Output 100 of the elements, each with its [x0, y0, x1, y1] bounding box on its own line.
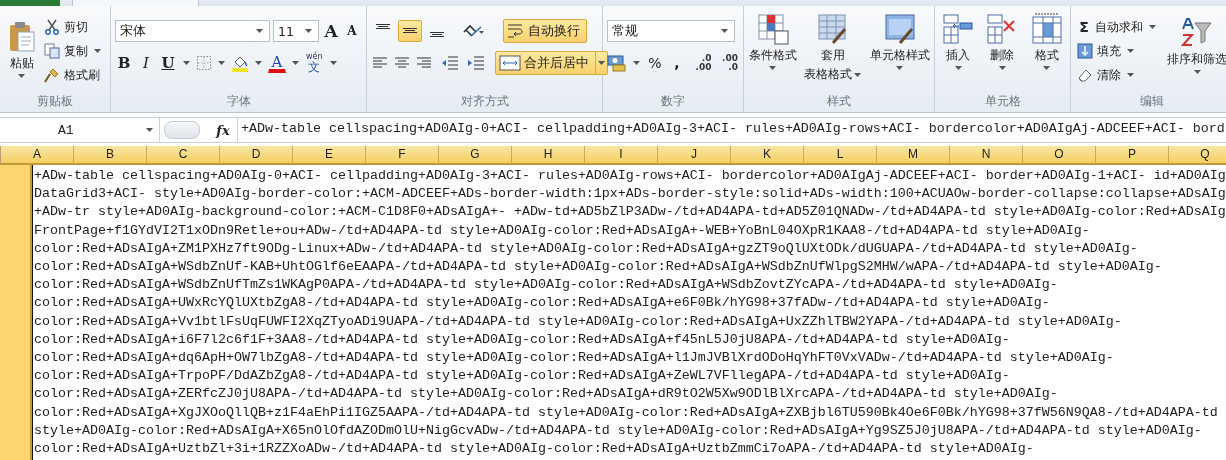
cell-a1[interactable] [32, 165, 1226, 460]
copy-icon [44, 43, 60, 59]
grow-font-button[interactable]: A [322, 20, 340, 42]
format-button[interactable]: 格式 [1028, 10, 1065, 92]
font-size-field[interactable]: 11 [273, 20, 319, 42]
column-header[interactable]: B [74, 146, 147, 163]
cell-text-line: color:Red+ADsAIgA+ZM1PXHz7ft9ODg-Linux+ADw-/td+AD4APA-td style+AD0AIg-color:Red+ADsAIgA+gzZT9oQlUXtODk/dUGUAPA-/td+AD4APA-td style+AD0AIg- [34, 239, 1139, 258]
font-color-button[interactable]: A [268, 53, 286, 73]
sort-filter-icon [1181, 17, 1213, 49]
caret-icon [1149, 25, 1156, 29]
cell-text-line: color:Red+ADsAIgA+WSdbZnUfTmZs1WKAgP0APA-/td+AD4APA-td style+AD0AIg-color:Red+ADsAIgA+WSdbZovtZYcAPA-/td+AD4APA-td style+AD0AIg- [34, 276, 1059, 295]
autosum-button[interactable]: Σ 自动求和 [1074, 16, 1161, 38]
group-label: 数字 [660, 93, 686, 110]
insert-button[interactable]: 插入 [940, 10, 977, 92]
cell-styles-button[interactable]: 单元格样式 [867, 10, 932, 92]
caret-icon [1193, 70, 1201, 74]
column-header[interactable]: G [439, 146, 512, 163]
italic-button[interactable]: I [137, 52, 155, 74]
scissors-icon [44, 19, 60, 35]
wrap-text-icon [507, 23, 525, 39]
column-header[interactable]: M [877, 146, 950, 163]
cell-text-line: FrontPage+f1GYdVI2T1xODn9Retle+ou+ADw-/td+AD4APA-td style+AD0AIg-color:Red+ADsAIgA+-WEB+YoBnL04OXpR1KAA8-/td+AD4APA-td style+AD0AIg- [34, 221, 1091, 240]
vertical-align-button[interactable] [398, 20, 422, 42]
copy-button[interactable]: 复制 [41, 40, 106, 62]
caret-icon [1127, 49, 1134, 53]
font-name-field[interactable]: 宋体 [115, 20, 270, 42]
caret-icon [853, 72, 861, 77]
column-header[interactable]: P [1096, 146, 1169, 163]
splitter-handle[interactable] [164, 121, 200, 139]
caret-icon [255, 61, 262, 65]
column-header[interactable]: D [220, 146, 293, 163]
cell-text-line: color:Red+ADsAIgA+UWxRcYQlUXtbZgA8-/td+AD4APA-td style+AD0AIg-color:Red+ADsAIgA+e6F0Bk/hYG98+37fADw-/td+AD4APA-td style+AD0AIg- [34, 294, 1051, 313]
caret-icon [1043, 66, 1051, 70]
cell-text-line: style+AD0AIg-color:Red+ADsAIgA+X65nOlOfdAZODmOlU+NigGcvADw-/td+AD4APA-td style+AD0AIg-color:Red+ADsAIgA+Yg9SZ5J0jU8APA-/td+AD4APA-td style+AD0AIg- [34, 421, 1203, 440]
fill-button[interactable]: 填充 [1074, 40, 1161, 62]
increase-decimal-button[interactable]: .0 .00 [690, 53, 713, 73]
comma-button[interactable]: , [668, 52, 686, 74]
caret-icon [1127, 73, 1134, 77]
column-header[interactable]: A [1, 146, 74, 163]
decrease-decimal-button[interactable]: .00 .0 [716, 53, 739, 73]
align-bottom-icon [430, 32, 444, 38]
align-right-icon [416, 56, 432, 70]
cell-brush-icon [883, 13, 916, 45]
sort-filter-button[interactable]: 排序和筛选 [1165, 10, 1226, 92]
align-center-icon [394, 56, 410, 70]
currency-icon[interactable] [607, 54, 627, 72]
wrap-text-button[interactable]: 自动换行 [503, 19, 587, 43]
bold-button[interactable]: B [115, 52, 133, 74]
caret-icon [999, 66, 1006, 70]
clear-button[interactable]: 清除 [1074, 64, 1161, 86]
phonetic-button[interactable]: wén 文 [305, 52, 324, 74]
column-header[interactable]: O [1023, 146, 1096, 163]
cell-text-line: color:Red+ADsAIgA+WSdbZnUf-KAB+UhtOGlf6eEAAPA-/td+AD4APA-td style+AD0AIg-color:Red+ADsAIgA+WSdbZnUfWlpgS2MHW/wAPA-/td+AD4APA-td style+AD0AIg- [34, 258, 1163, 276]
column-header[interactable]: H [512, 146, 585, 163]
clipboard-icon [7, 21, 36, 53]
conditional-format-icon [756, 13, 789, 45]
cut-button[interactable]: 剪切 [41, 16, 106, 38]
align-middle-icon [403, 28, 417, 34]
caret-icon [769, 66, 776, 70]
cell-text-line: +ADw-table cellspacing+AD0AIg-0+ACI- cellpadding+AD0AIg-3+ACI- rules+AD0AIg-rows+ACI- bordercolor+AD0AIgAj-ADCEEF+ACI- border+AD0AIg-1+ACI- id+AD0AIg [34, 167, 1226, 185]
percent-button[interactable]: % [646, 52, 664, 74]
column-header[interactable]: J [658, 146, 731, 163]
column-header[interactable]: F [366, 146, 439, 163]
paintbrush-icon [44, 67, 60, 83]
shrink-font-button[interactable]: A [343, 20, 361, 42]
align-top-icon [376, 24, 390, 30]
group-label: 样式 [826, 93, 852, 110]
column-header[interactable]: L [804, 146, 877, 163]
eraser-icon [1077, 67, 1093, 83]
fill-color-icon[interactable] [231, 54, 249, 72]
paste-button[interactable]: 粘贴 [4, 10, 39, 92]
column-header[interactable]: K [731, 146, 804, 163]
formula-field[interactable]: +ADw-table cellspacing+AD0AIg-0+ACI- cellpadding+AD0AIg-3+ACI- rules+AD0AIg-rows+ACI- bordercolor+AD0AIgAj-ADCEEF+ACI- bord [237, 118, 1226, 142]
border-icon[interactable] [196, 55, 212, 71]
cell-text-line: color:Red+ADsAIgA+i6F7l2c6f1F+3AA8-/td+AD4APA-td style+AD0AIg-color:Red+ADsAIgA+f45nL5J0jU8APA-/td+AD4APA-td style+AD0AIg- [34, 330, 1011, 349]
caret-icon [94, 49, 101, 53]
caret-icon [146, 128, 153, 132]
underline-button[interactable]: U [159, 52, 177, 74]
column-header[interactable]: I [585, 146, 658, 163]
group-label: 单元格 [983, 93, 1022, 110]
name-box[interactable]: A1 [0, 118, 160, 142]
decrease-indent-icon[interactable] [441, 55, 459, 71]
number-format-field[interactable]: 常规 [607, 20, 735, 42]
column-header[interactable]: N [950, 146, 1023, 163]
column-header[interactable]: E [293, 146, 366, 163]
column-header[interactable]: Q [1169, 146, 1226, 163]
conditional-format-button[interactable]: 条件格式 [746, 10, 799, 92]
caret-icon [598, 61, 605, 65]
insert-function-button[interactable]: fx [212, 121, 234, 139]
cell-text-line: color:Red+ADsAIgA+dq6ApH+OW7lbZgA8-/td+AD4APA-td style+AD0AIg-color:Red+ADsAIgA+l1JmJVBlXrdODoHqYhFT0VxVADw-/td+AD4APA-td style+AD0AIg- [34, 349, 1115, 368]
cell-text-line: color:Red+ADsAIgA+TrpoPF/DdAZbZgA8-/td+AD4APA-td style+AD0AIg-color:Red+ADsAIgA+ZeWL7VFllegAPA-/td+AD4APA-td style+AD0AIg- [34, 367, 1011, 386]
format-painter-button[interactable]: 格式刷 [41, 64, 106, 86]
column-header[interactable]: C [147, 146, 220, 163]
delete-button[interactable]: 删除 [984, 10, 1021, 92]
merge-center-button[interactable]: 合并后居中 [495, 51, 608, 75]
fill-down-icon [1077, 43, 1093, 59]
increase-indent-icon[interactable] [467, 55, 485, 71]
table-format-button[interactable]: 套用 表格格式 [801, 10, 865, 92]
merge-cells-icon [499, 55, 521, 71]
text-orientation-icon[interactable] [462, 22, 486, 40]
